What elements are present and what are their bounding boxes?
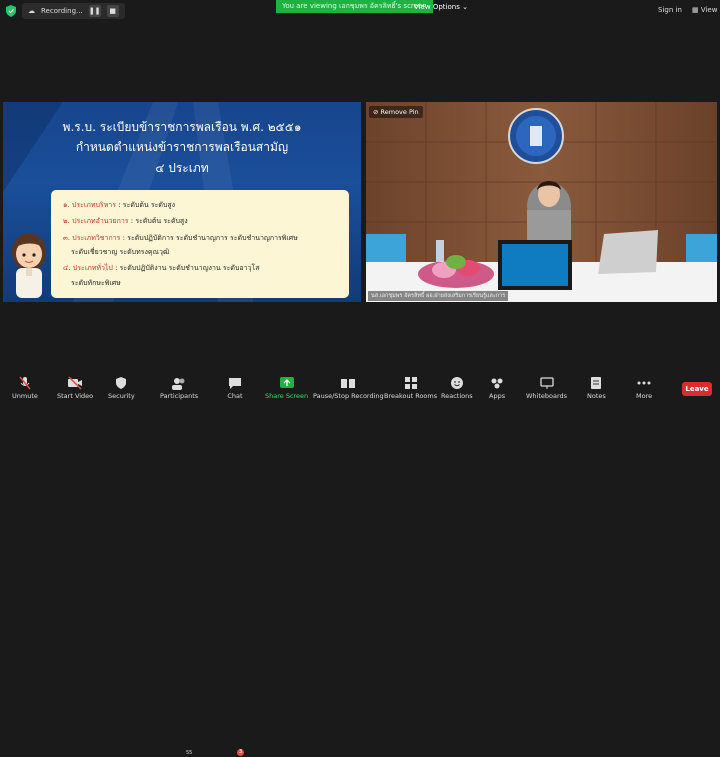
sign-in-link[interactable]: Sign in (658, 6, 682, 14)
grid-view-icon: ▦ (692, 6, 701, 14)
slide-item-2: ๒. ประเภทอำนวยการ : ระดับต้น ระดับสูง (63, 216, 188, 227)
more-dots-icon (637, 381, 651, 385)
item-label: ประเภททั่วไป (72, 264, 113, 272)
remove-pin-button[interactable]: ⊘ Remove Pin (369, 106, 423, 118)
whiteboards-label: Whiteboards (526, 392, 568, 400)
security-label: Security (108, 392, 135, 400)
breakout-rooms-icon (404, 377, 417, 389)
pause-stop-icon (341, 379, 356, 388)
viewing-banner: You are viewing เอกชุมพร อัครลิทธิ์'s sc… (276, 0, 433, 13)
chat-unread-badge: 3 (237, 749, 245, 756)
meeting-toolbar: Unmute Start Video Security Participants… (0, 372, 720, 756)
reactions-label: Reactions (441, 392, 473, 400)
notes-icon (591, 377, 602, 389)
pause-stop-label: Pause/Stop Recording (313, 392, 384, 400)
slide-item-3-cont: ระดับเชี่ยวชาญ ระดับทรงคุณวุฒิ (71, 247, 169, 258)
video-caption: นส.เอกชุมพร อัครลิทธิ์ ผอ.ฝ่ายส่งเสริมกา… (368, 291, 509, 301)
shield-icon[interactable] (6, 5, 16, 17)
view-button[interactable]: ▦ View (692, 6, 717, 14)
slide-title-line1: พ.ร.บ. ระเบียบข้าราชการพลเรือน พ.ศ. ๒๕๕๑ (62, 120, 302, 134)
chat-button[interactable]: Chat (227, 376, 243, 400)
pause-stop-recording-button[interactable]: Pause/Stop Recording (313, 376, 384, 400)
smile-icon (450, 377, 463, 389)
pinned-video[interactable] (366, 102, 717, 302)
start-video-label: Start Video (57, 392, 94, 400)
participant-count: 55 (186, 750, 193, 756)
apps-label: Apps (489, 392, 506, 400)
share-screen-icon (279, 377, 294, 388)
pin-icon: ⊘ (373, 108, 381, 116)
remove-pin-label: Remove Pin (380, 108, 419, 116)
unmute-label: Unmute (12, 392, 38, 400)
item-text: : ระดับต้น ระดับสูง (128, 217, 188, 225)
participants-button[interactable]: Participants (160, 376, 198, 400)
cartoon-girl-illustration (12, 233, 46, 298)
more-label: More (636, 392, 653, 400)
slide-title-line3: ๔ ประเภท (155, 161, 209, 175)
microphone-muted-icon (19, 376, 31, 390)
leave-button[interactable]: Leave (682, 382, 712, 396)
recording-indicator: ☁ Recording... ❚❚ ■ (22, 3, 125, 19)
chevron-down-icon: ⌄ (462, 3, 468, 11)
pause-recording-button[interactable]: ❚❚ (88, 5, 101, 17)
apps-button[interactable]: Apps (489, 376, 505, 400)
share-screen-button[interactable]: Share Screen (265, 376, 308, 400)
share-screen-label: Share Screen (265, 392, 309, 400)
item-text: : ระดับต้น ระดับสูง (116, 201, 176, 209)
view-label: View (700, 6, 718, 14)
shared-screen-slide: พ.ร.บ. ระเบียบข้าราชการพลเรือน พ.ศ. ๒๕๕๑… (3, 102, 361, 302)
security-shield-icon (116, 377, 127, 389)
cloud-icon: ☁ (28, 7, 35, 15)
item-text: ระดับทักษะพิเศษ (71, 279, 121, 287)
apps-icon (491, 378, 503, 389)
slide-item-4: ๔. ประเภททั่วไป : ระดับปฏิบัติงาน ระดับช… (63, 263, 260, 274)
recording-label: Recording... (41, 7, 83, 15)
whiteboard-icon (539, 377, 554, 389)
chat-icon (229, 378, 241, 389)
view-options-label: View Options (414, 3, 460, 11)
reactions-button[interactable]: Reactions (441, 376, 473, 400)
top-bar: ☁ Recording... ❚❚ ■ You are viewing เอกช… (0, 0, 720, 22)
item-label: ประเภทอำนวยการ (72, 217, 129, 225)
item-text: : ระดับปฏิบัติการ ระดับชำนาญการ ระดับชำน… (120, 234, 298, 242)
breakout-rooms-button[interactable]: Breakout Rooms (384, 376, 437, 400)
slide-item-3: ๓. ประเภทวิชาการ : ระดับปฏิบัติการ ระดับ… (63, 233, 298, 244)
unmute-button[interactable]: Unmute (12, 376, 38, 400)
video-camera-muted-icon (68, 376, 83, 390)
notes-button[interactable]: Notes (587, 376, 606, 400)
slide-content-card: ๑. ประเภทบริหาร : ระดับต้น ระดับสูง ๒. ป… (51, 190, 349, 298)
notes-label: Notes (587, 392, 606, 400)
item-number: ๔. (63, 264, 71, 272)
stop-recording-button[interactable]: ■ (106, 5, 119, 17)
item-number: ๒. (63, 217, 70, 225)
item-label: ประเภทบริหาร (71, 201, 116, 209)
start-video-button[interactable]: Start Video (57, 376, 93, 400)
video-frame (366, 102, 717, 302)
whiteboards-button[interactable]: Whiteboards (526, 376, 567, 400)
participants-label: Participants (160, 392, 199, 400)
item-number: ๓. (63, 234, 71, 242)
more-button[interactable]: More (636, 376, 652, 400)
participants-icon (172, 378, 185, 390)
item-text: : ระดับปฏิบัติงาน ระดับชำนาญงาน ระดับอาว… (112, 264, 260, 272)
item-number: ๑. (63, 201, 70, 209)
breakout-rooms-label: Breakout Rooms (384, 392, 438, 400)
view-options-button[interactable]: View Options ⌄ (414, 1, 468, 13)
slide-title-line2: กำหนดตำแหน่งข้าราชการพลเรือนสามัญ (75, 140, 289, 154)
chat-label: Chat (227, 392, 243, 400)
item-text: ระดับเชี่ยวชาญ ระดับทรงคุณวุฒิ (71, 248, 170, 256)
slide-item-1: ๑. ประเภทบริหาร : ระดับต้น ระดับสูง (63, 200, 175, 211)
item-label: ประเภทวิชาการ (72, 234, 121, 242)
slide-item-4-cont: ระดับทักษะพิเศษ (71, 278, 121, 289)
security-button[interactable]: Security (108, 376, 135, 400)
